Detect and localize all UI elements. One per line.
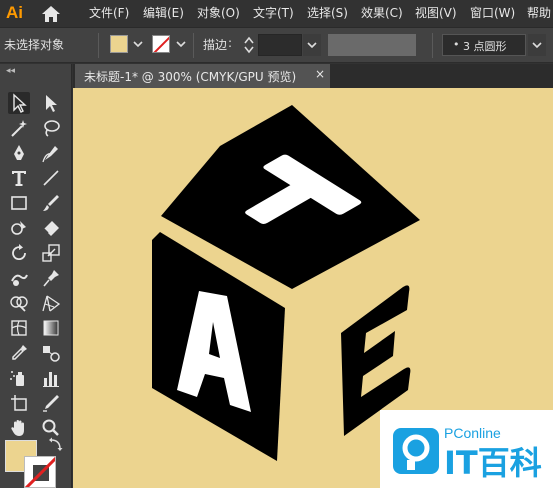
column-graph-tool-icon[interactable]	[40, 367, 62, 389]
brush-label: 3 点圆形	[463, 40, 507, 53]
scale-tool-icon[interactable]	[40, 242, 62, 264]
chevron-down-icon	[532, 42, 542, 49]
menu-help[interactable]: 帮助	[527, 0, 551, 26]
gradient-tool-icon[interactable]	[40, 317, 62, 339]
document-title: 未标题-1* @ 300% (CMYK/GPU 预览)	[84, 70, 297, 84]
paintbrush-tool-icon[interactable]	[40, 192, 62, 214]
menu-object[interactable]: 对象(O)	[197, 0, 240, 26]
stroke-weight-input[interactable]	[258, 34, 302, 56]
swap-fill-stroke-icon[interactable]	[48, 436, 64, 452]
magic-wand-tool-icon[interactable]	[8, 117, 30, 139]
pconline-logo: PConline IT百科	[393, 425, 542, 482]
blend-tool-icon[interactable]	[40, 342, 62, 364]
direct-selection-tool-icon[interactable]	[40, 92, 62, 114]
artboard-tool-icon[interactable]	[8, 392, 30, 414]
stroke-weight-dropdown[interactable]	[303, 34, 321, 56]
app-logo: Ai	[6, 3, 23, 22]
stroke-color-swatch[interactable]	[152, 35, 170, 53]
watermark-brand-large: IT百科	[444, 444, 542, 482]
chevron-down-icon	[307, 42, 317, 49]
slice-tool-icon[interactable]	[40, 392, 62, 414]
warp-tool-icon[interactable]	[8, 267, 30, 289]
menu-edit[interactable]: 编辑(E)	[143, 0, 184, 26]
menu-effect[interactable]: 效果(C)	[361, 0, 403, 26]
divider	[98, 33, 99, 58]
rotate-tool-icon[interactable]	[8, 242, 30, 264]
menu-view[interactable]: 视图(V)	[415, 0, 457, 26]
shape-builder-tool-icon[interactable]	[8, 292, 30, 314]
stroke-label: 描边	[203, 38, 228, 52]
lasso-tool-icon[interactable]	[40, 117, 62, 139]
rectangle-tool-icon[interactable]	[8, 192, 30, 214]
pen-tool-icon[interactable]	[8, 142, 30, 164]
close-icon[interactable]: ×	[315, 67, 325, 81]
symbol-sprayer-tool-icon[interactable]	[8, 367, 30, 389]
selection-status: 未选择对象	[4, 38, 65, 52]
selection-tool-icon[interactable]	[8, 92, 30, 114]
eyedropper-tool-icon[interactable]	[8, 342, 30, 364]
collapse-panel-button[interactable]: ◂◂	[6, 66, 15, 76]
brush-dropdown[interactable]	[528, 34, 546, 56]
hand-tool-icon[interactable]	[8, 417, 30, 439]
stroke-weight-stepper[interactable]	[242, 34, 256, 56]
type-tool-icon[interactable]	[8, 167, 30, 189]
menu-file[interactable]: 文件(F)	[89, 0, 129, 26]
brush-definition-select[interactable]: • 3 点圆形	[442, 34, 526, 56]
control-bar: 未选择对象 描边 : • 3 点圆形	[0, 28, 553, 63]
line-tool-icon[interactable]	[40, 167, 62, 189]
menu-bar: Ai 文件(F) 编辑(E) 对象(O) 文字(T) 选择(S) 效果(C) 视…	[0, 0, 553, 28]
divider	[432, 33, 433, 58]
shaper-tool-icon[interactable]	[8, 217, 30, 239]
watermark-logo: PConline IT百科	[380, 410, 553, 488]
perspective-grid-tool-icon[interactable]	[40, 292, 62, 314]
watermark-brand-small: PConline	[444, 425, 501, 441]
document-tab[interactable]: 未标题-1* @ 300% (CMYK/GPU 预览) ×	[75, 64, 330, 88]
variable-width-profile[interactable]	[328, 34, 416, 56]
curvature-tool-icon[interactable]	[40, 142, 62, 164]
mesh-tool-icon[interactable]	[8, 317, 30, 339]
chevron-down-icon[interactable]	[131, 35, 145, 53]
fill-color-swatch[interactable]	[110, 35, 128, 53]
menu-select[interactable]: 选择(S)	[307, 0, 348, 26]
tools-panel: ◂◂	[0, 64, 72, 488]
no-stroke-icon	[153, 36, 169, 52]
stroke-color-box[interactable]	[24, 456, 56, 488]
menu-window[interactable]: 窗口(W)	[470, 0, 515, 26]
home-icon[interactable]	[40, 4, 62, 24]
menu-type[interactable]: 文字(T)	[253, 0, 294, 26]
no-stroke-icon	[25, 457, 55, 487]
stroke-label-colon: :	[228, 36, 233, 50]
puppet-warp-tool-icon[interactable]	[40, 267, 62, 289]
document-tab-bar: 未标题-1* @ 300% (CMYK/GPU 预览) ×	[73, 64, 553, 88]
eraser-tool-icon[interactable]	[40, 217, 62, 239]
chevron-down-icon[interactable]	[174, 35, 188, 53]
divider	[193, 33, 194, 58]
bullet-icon: •	[453, 38, 460, 51]
